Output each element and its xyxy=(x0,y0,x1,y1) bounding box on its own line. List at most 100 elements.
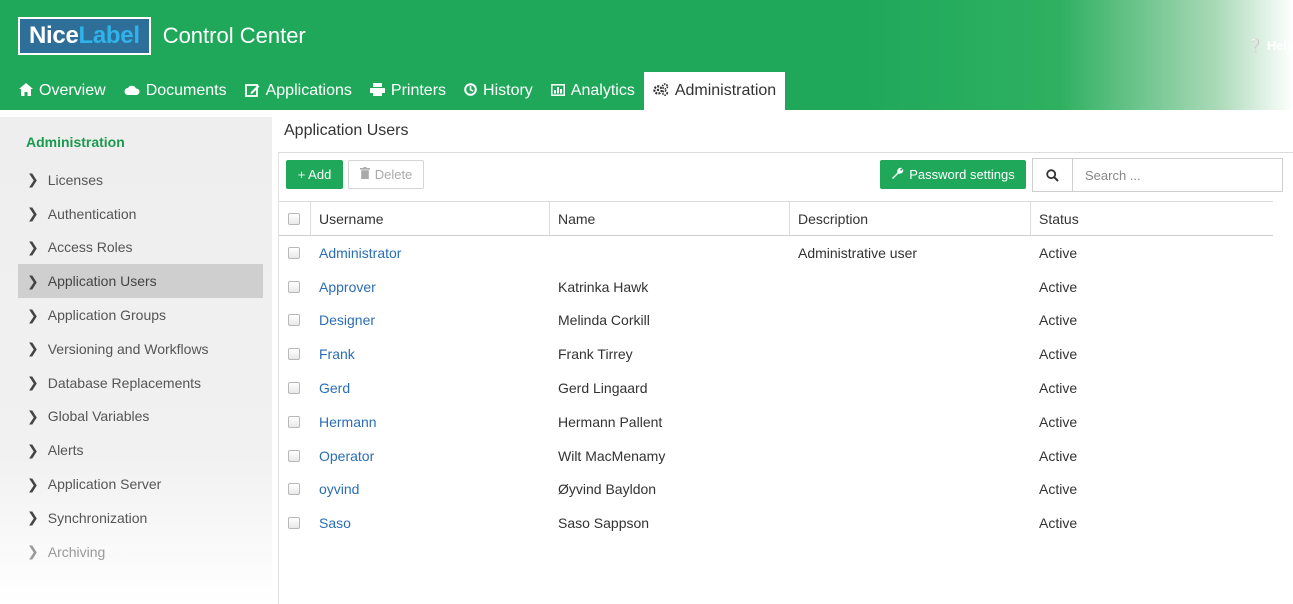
description-cell: Administrative user xyxy=(798,244,918,261)
table-row[interactable]: Designer Melinda Corkill Active xyxy=(279,304,1273,338)
username-link[interactable]: Administrator xyxy=(311,236,550,270)
name-cell: Saso Sappson xyxy=(558,515,650,532)
sidebar-item-archiving[interactable]: ❯ Archiving xyxy=(18,535,263,569)
table-row[interactable]: Frank Frank Tirrey Active xyxy=(279,337,1273,371)
tab-printers[interactable]: Printers xyxy=(361,72,455,110)
description-cell xyxy=(790,371,1031,405)
sidebar-item-application-users[interactable]: ❯ Application Users xyxy=(18,264,263,299)
row-select-cell xyxy=(279,270,311,304)
sidebar-item-synchronization[interactable]: ❯ Synchronization xyxy=(18,501,263,535)
search-input[interactable] xyxy=(1073,159,1282,191)
sidebar-item-access-roles[interactable]: ❯ Access Roles xyxy=(18,231,263,265)
chevron-right-icon: ❯ xyxy=(27,509,39,526)
username-link[interactable]: Operator xyxy=(311,439,550,473)
description-cell xyxy=(790,304,1031,338)
status-cell: Active xyxy=(1039,346,1078,363)
tab-history[interactable]: History xyxy=(455,72,542,110)
row-checkbox[interactable] xyxy=(288,314,300,327)
username-link[interactable]: Gerd xyxy=(311,371,550,405)
status-cell: Active xyxy=(1039,312,1078,329)
column-header-username[interactable]: Username xyxy=(311,202,550,235)
chevron-right-icon: ❯ xyxy=(27,475,39,492)
row-checkbox[interactable] xyxy=(288,517,300,530)
title-divider xyxy=(279,152,1293,153)
column-header-name[interactable]: Name xyxy=(550,202,790,235)
table-row[interactable]: Operator Wilt MacMenamy Active xyxy=(279,439,1273,473)
sidebar-item-versioning-workflows[interactable]: ❯ Versioning and Workflows xyxy=(18,332,263,366)
tab-overview[interactable]: Overview xyxy=(10,72,115,110)
tab-applications[interactable]: Applications xyxy=(236,72,361,110)
home-icon xyxy=(19,83,33,99)
sidebar-item-database-replacements[interactable]: ❯ Database Replacements xyxy=(18,366,263,400)
brand[interactable]: Nice Label Control Center xyxy=(18,17,306,55)
tab-administration[interactable]: Administration xyxy=(643,72,786,110)
sidebar-item-application-server[interactable]: ❯ Application Server xyxy=(18,467,263,501)
sidebar-item-global-variables[interactable]: ❯ Global Variables xyxy=(18,400,263,434)
username-link[interactable]: Saso xyxy=(311,506,550,540)
tab-analytics[interactable]: Analytics xyxy=(542,72,644,110)
chevron-right-icon: ❯ xyxy=(27,171,39,188)
row-checkbox[interactable] xyxy=(288,415,300,428)
sidebar-item-application-groups[interactable]: ❯ Application Groups xyxy=(18,298,263,332)
status-cell: Active xyxy=(1039,413,1078,430)
username-link[interactable]: Frank xyxy=(311,337,550,371)
name-cell xyxy=(550,236,790,270)
delete-button[interactable]: Delete xyxy=(348,160,424,189)
table-row[interactable]: Saso Saso Sappson Active xyxy=(279,506,1273,540)
table-header: Username Name Description Status xyxy=(279,201,1273,236)
search-icon[interactable] xyxy=(1033,159,1073,191)
column-header-status[interactable]: Status xyxy=(1031,202,1273,235)
status-cell: Active xyxy=(1039,380,1078,397)
username-link[interactable]: Hermann xyxy=(311,405,550,439)
sidebar-item-licenses[interactable]: ❯ Licenses xyxy=(18,163,263,197)
name-cell: Wilt MacMenamy xyxy=(558,447,666,464)
description-cell xyxy=(790,473,1031,507)
row-checkbox[interactable] xyxy=(288,449,300,462)
row-select-cell xyxy=(279,337,311,371)
username-link[interactable]: oyvind xyxy=(311,473,550,507)
help-icon: ❔ xyxy=(1247,38,1264,53)
main-nav: Overview Documents Applications Printers… xyxy=(10,72,786,110)
nicelabel-logo: Nice Label xyxy=(18,17,151,55)
description-cell xyxy=(790,270,1031,304)
username-link[interactable]: Approver xyxy=(311,270,550,304)
table-row[interactable]: Hermann Hermann Pallent Active xyxy=(279,405,1273,439)
password-settings-button[interactable]: Password settings xyxy=(880,160,1026,189)
help-link[interactable]: ❔ Help xyxy=(1247,38,1293,54)
row-checkbox[interactable] xyxy=(288,348,300,361)
page-title: Application Users xyxy=(284,122,409,139)
trash-icon xyxy=(359,167,370,182)
row-select-cell xyxy=(279,304,311,338)
chevron-right-icon: ❯ xyxy=(27,340,39,357)
clock-icon xyxy=(464,83,477,99)
chevron-right-icon: ❯ xyxy=(27,272,39,289)
add-button[interactable]: + Add xyxy=(286,160,343,189)
sidebar-item-authentication[interactable]: ❯ Authentication xyxy=(18,197,263,231)
status-cell: Active xyxy=(1039,515,1078,532)
chevron-right-icon: ❯ xyxy=(27,205,39,222)
row-checkbox[interactable] xyxy=(288,382,300,395)
row-select-cell xyxy=(279,439,311,473)
sidebar-item-alerts[interactable]: ❯ Alerts xyxy=(18,433,263,467)
username-link[interactable]: Designer xyxy=(311,304,550,338)
users-table: Username Name Description Status Adminis… xyxy=(279,201,1273,540)
row-select-cell xyxy=(279,506,311,540)
row-checkbox[interactable] xyxy=(288,246,300,259)
table-row[interactable]: Gerd Gerd Lingaard Active xyxy=(279,371,1273,405)
column-header-description[interactable]: Description xyxy=(790,202,1031,235)
select-all-checkbox[interactable] xyxy=(288,212,300,225)
app-header: Nice Label Control Center ❔ Help Overview… xyxy=(0,0,1293,110)
row-select-cell xyxy=(279,371,311,405)
table-row[interactable]: Administrator Administrative user Active xyxy=(279,236,1273,270)
row-checkbox[interactable] xyxy=(288,483,300,496)
search-box xyxy=(1032,158,1283,192)
table-row[interactable]: Approver Katrinka Hawk Active xyxy=(279,270,1273,304)
row-checkbox[interactable] xyxy=(288,280,300,293)
tab-documents[interactable]: Documents xyxy=(115,72,236,110)
status-cell: Active xyxy=(1039,447,1078,464)
status-cell: Active xyxy=(1039,481,1078,498)
cloud-icon xyxy=(124,83,140,99)
admin-sidebar: Administration ❯ Licenses ❯ Authentication… xyxy=(0,117,272,604)
table-row[interactable]: oyvind Øyvind Bayldon Active xyxy=(279,473,1273,507)
status-cell: Active xyxy=(1039,278,1078,295)
